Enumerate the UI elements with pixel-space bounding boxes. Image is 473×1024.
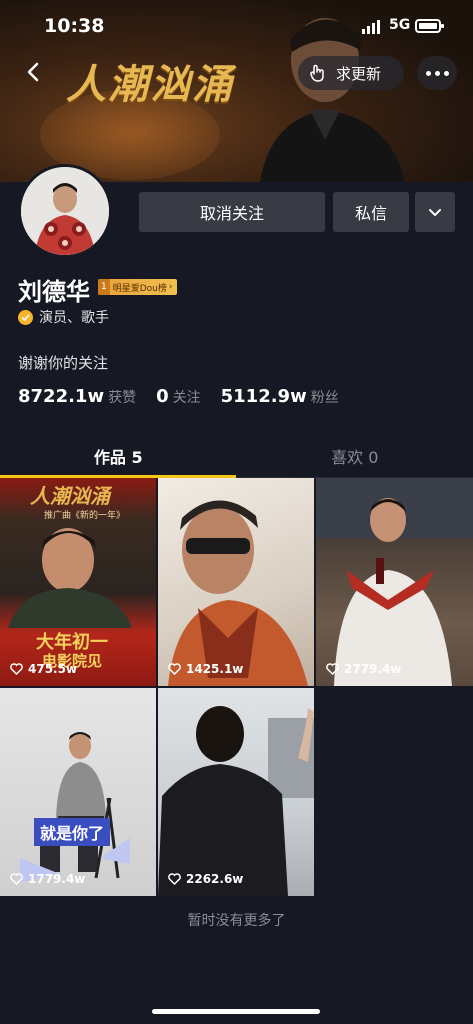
no-more-content-text: 暂时没有更多了 [187, 913, 286, 929]
back-button[interactable] [20, 58, 48, 86]
home-indicator[interactable] [152, 1009, 320, 1014]
rank-text: 明星爱Dou榜 [112, 283, 167, 294]
profile-banner: 10:38 5G 人潮汹涌 求更新 [0, 0, 473, 182]
heart-icon [10, 873, 23, 885]
rank-badge[interactable]: 1 明星爱Dou榜 › [98, 279, 177, 295]
video-person-image [158, 706, 314, 896]
request-update-label: 求更新 [336, 64, 382, 83]
hand-pointer-icon [310, 64, 324, 82]
unfollow-button[interactable]: 取消关注 [139, 192, 325, 232]
status-time: 10:38 [44, 15, 105, 37]
dot [443, 70, 449, 76]
stat-value: 8722.1w [18, 386, 105, 407]
request-update-button[interactable]: 求更新 [298, 56, 404, 90]
stat-likes[interactable]: 8722.1w 获赞 [18, 386, 136, 407]
tab-works[interactable]: 作品 5 [0, 434, 237, 477]
video-person-image [316, 478, 473, 686]
dot [425, 70, 431, 76]
stat-value: 0 [156, 386, 169, 407]
stat-label: 粉丝 [310, 390, 339, 406]
message-button[interactable]: 私信 [333, 192, 409, 232]
like-count-value: 1779.4w [28, 872, 86, 886]
network-type: 5G [389, 17, 411, 33]
stat-followers[interactable]: 5112.9w 粉丝 [221, 386, 339, 407]
stat-label: 关注 [172, 390, 201, 406]
signal-icon [362, 20, 380, 34]
verification-row: 演员、歌手 [18, 307, 109, 327]
video-thumbnail[interactable]: 2262.6w [158, 688, 314, 896]
video-overlay-title: 人潮汹涌 [30, 484, 110, 508]
banner-title: 人潮汹涌 [66, 61, 234, 108]
chevron-down-icon [429, 209, 441, 216]
chevron-right-icon: › [168, 282, 173, 292]
like-count: 2779.4w [326, 662, 401, 676]
status-bar: 10:38 5G [0, 0, 473, 52]
bio: 谢谢你的关注 [18, 354, 109, 372]
video-thumbnail[interactable]: 2779.4w [316, 478, 473, 686]
more-options-button[interactable] [417, 56, 457, 90]
stat-label: 获赞 [108, 390, 137, 406]
video-thumbnail[interactable]: 1425.1w [158, 478, 314, 686]
chevron-left-icon [27, 62, 39, 82]
verified-icon [18, 309, 33, 325]
stats-row: 8722.1w 获赞 0 关注 5112.9w 粉丝 [18, 386, 359, 407]
video-thumbnail[interactable]: 人潮汹涌 推广曲《新的一年》 大年初一 电影院见 475.5w [0, 478, 156, 686]
video-person-image [168, 500, 308, 686]
avatar[interactable] [18, 164, 112, 258]
like-count: 1779.4w [10, 872, 85, 886]
heart-icon [326, 663, 339, 675]
profile-name: 刘德华 [18, 278, 90, 306]
heart-icon [168, 663, 181, 675]
video-overlay-text: 就是你了 [34, 818, 111, 846]
video-person-image [8, 528, 132, 628]
content-tabs: 作品 5 喜欢 0 [0, 434, 473, 478]
recommend-dropdown-button[interactable] [415, 192, 455, 232]
like-count: 1425.1w [168, 662, 243, 676]
stat-value: 5112.9w [220, 386, 307, 407]
like-count-value: 475.5w [28, 662, 78, 676]
like-count-value: 2262.6w [186, 872, 244, 886]
heart-icon [10, 663, 23, 675]
like-count: 475.5w [10, 662, 77, 676]
dot [434, 70, 440, 76]
rank-number: 1 [98, 279, 110, 295]
stat-following[interactable]: 0 关注 [156, 386, 201, 407]
avatar-image [21, 167, 109, 255]
tab-likes[interactable]: 喜欢 0 [237, 434, 473, 477]
battery-icon [415, 19, 444, 33]
video-person-image [20, 732, 130, 882]
heart-icon [168, 873, 181, 885]
video-thumbnail[interactable]: 就是你了 1779.4w [0, 688, 156, 896]
like-count-value: 1425.1w [186, 662, 244, 676]
verification-text: 演员、歌手 [39, 310, 109, 326]
like-count-value: 2779.4w [344, 662, 402, 676]
like-count: 2262.6w [168, 872, 243, 886]
